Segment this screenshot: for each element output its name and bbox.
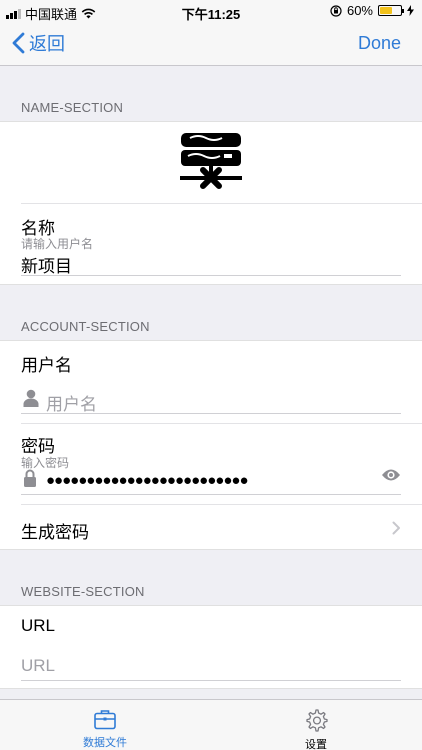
url-field[interactable]: URL: [21, 656, 55, 676]
back-button[interactable]: 返回: [12, 30, 65, 56]
tab-settings[interactable]: 设置: [266, 708, 366, 750]
url-label: URL: [21, 616, 56, 635]
website-section-group: URL URL: [0, 605, 422, 689]
back-button-label: 返回: [29, 34, 65, 54]
divider: [21, 423, 422, 424]
battery-percent: 60%: [346, 3, 373, 18]
website-section-header: WEBSITE-SECTION: [21, 584, 145, 599]
lock-icon: [24, 469, 36, 487]
username-label: 用户名: [21, 356, 72, 375]
name-hint: 请输入用户名: [21, 237, 94, 251]
password-field-underline: [21, 494, 401, 495]
chevron-right-icon: [392, 521, 400, 535]
account-section-header: ACCOUNT-SECTION: [21, 319, 150, 334]
status-bar: 中国联通 下午11:25 60%: [0, 0, 422, 22]
url-field-underline: [21, 680, 401, 681]
generate-password-label: 生成密码: [21, 523, 89, 542]
username-field-underline: [21, 413, 401, 414]
project-icon[interactable]: [178, 130, 244, 194]
eye-icon[interactable]: [381, 468, 401, 482]
tab-settings-label: 设置: [305, 739, 327, 750]
server-icon: [180, 133, 242, 189]
battery-icon: [378, 5, 404, 16]
generate-password-row[interactable]: 生成密码: [0, 505, 422, 550]
account-section-group: 用户名 用户名 密码 输入密码 ●●●●●●●●●●●●●●●●●●●●●●●●…: [0, 340, 422, 550]
done-button[interactable]: Done: [358, 33, 401, 54]
person-icon: [23, 389, 39, 407]
navigation-bar: 返回 Done: [0, 22, 422, 66]
divider: [21, 203, 422, 204]
name-field-underline: [21, 275, 401, 276]
gear-icon: [306, 709, 328, 732]
name-section-group: 名称 请输入用户名 新项目: [0, 121, 422, 285]
chevron-left-icon: [12, 32, 25, 54]
name-field[interactable]: 新项目: [21, 252, 72, 277]
name-section-header: NAME-SECTION: [21, 100, 124, 115]
charging-icon: [407, 5, 414, 16]
tab-data-files-label: 数据文件: [83, 737, 127, 749]
tab-data-files[interactable]: 数据文件: [55, 708, 155, 750]
tab-bar: 数据文件 设置: [0, 699, 422, 750]
orientation-lock-icon: [330, 4, 342, 17]
password-field[interactable]: ●●●●●●●●●●●●●●●●●●●●●●●●●: [46, 472, 249, 489]
username-field[interactable]: 用户名: [46, 390, 97, 415]
status-right: 60%: [330, 3, 414, 18]
briefcase-icon: [94, 710, 116, 730]
